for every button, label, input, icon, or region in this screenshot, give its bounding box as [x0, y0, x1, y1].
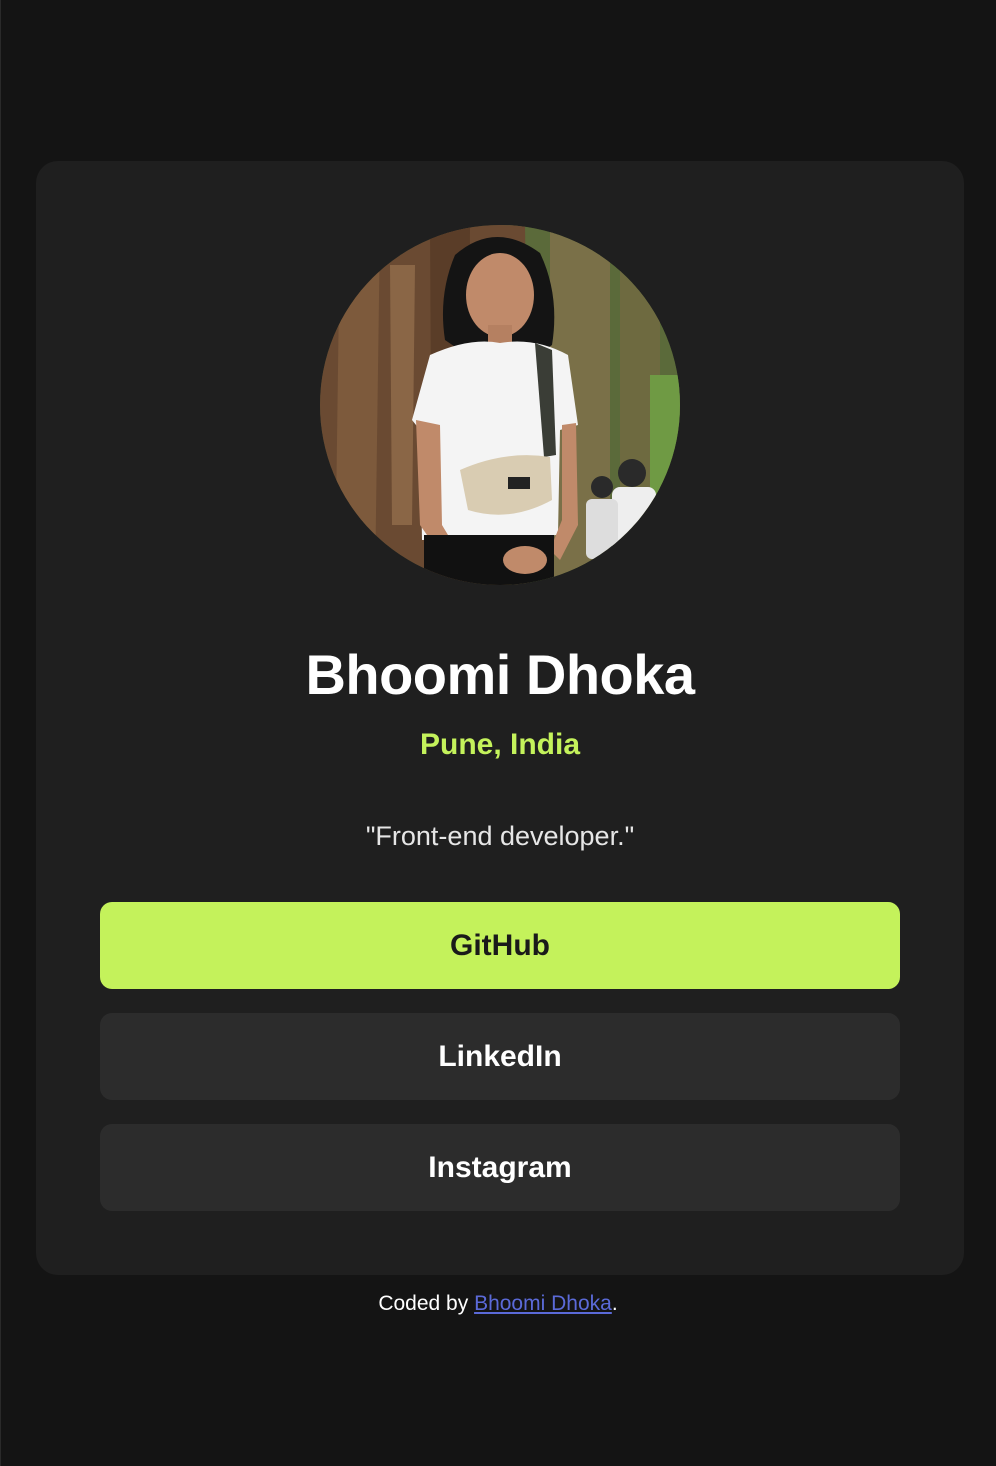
- profile-bio: "Front-end developer.": [365, 821, 635, 851]
- linkedin-link-button[interactable]: LinkedIn: [100, 1013, 900, 1100]
- footer-suffix: .: [611, 1292, 618, 1315]
- footer-prefix: Coded by: [378, 1292, 475, 1315]
- page: Bhoomi Dhoka Pune, India "Front-end deve…: [0, 0, 996, 1466]
- footer-attribution: Coded by Bhoomi Dhoka.: [0, 1290, 996, 1318]
- social-links: GitHub LinkedIn Instagram: [100, 902, 900, 1235]
- left-edge-divider: [0, 0, 1, 1466]
- author-link[interactable]: Bhoomi Dhoka: [474, 1292, 612, 1315]
- profile-card: Bhoomi Dhoka Pune, India "Front-end deve…: [36, 161, 964, 1275]
- instagram-link-button[interactable]: Instagram: [100, 1124, 900, 1211]
- profile-location: Pune, India: [419, 728, 581, 761]
- profile-name: Bhoomi Dhoka: [305, 643, 695, 706]
- github-link-button[interactable]: GitHub: [100, 902, 900, 989]
- profile-photo-icon: [320, 225, 680, 585]
- avatar: [320, 225, 680, 585]
